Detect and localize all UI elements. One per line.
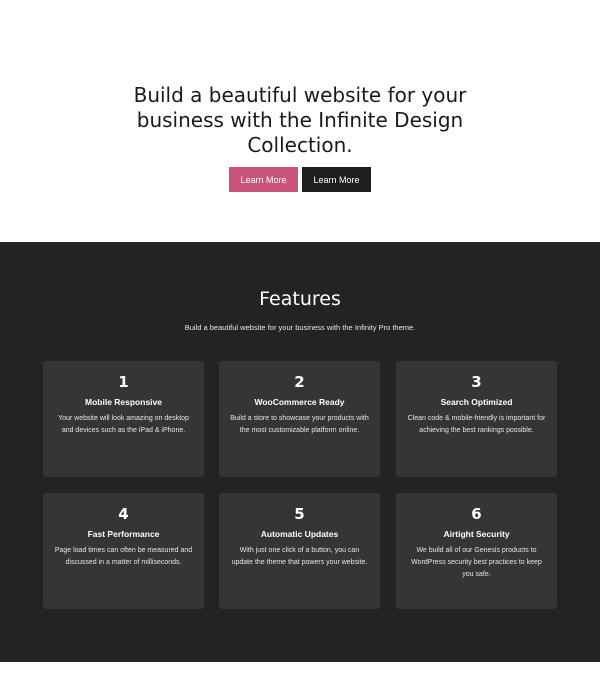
feature-card-fast-performance: 4 Fast Performance Page load times can o…: [43, 493, 204, 609]
feature-title: Automatic Updates: [260, 529, 339, 539]
feature-card-automatic-updates: 5 Automatic Updates With just one click …: [219, 493, 380, 609]
feature-title: Airtight Security: [443, 529, 510, 539]
feature-number: 6: [471, 505, 482, 523]
features-subtitle: Build a beautiful website for your busin…: [184, 323, 416, 332]
feature-description: Page load times can often be measured an…: [54, 547, 193, 566]
learn-more-secondary-button[interactable]: Learn More: [302, 167, 371, 192]
feature-description: Clean code & mobile-friendly is importan…: [407, 415, 546, 434]
feature-card-search-optimized: 3 Search Optimized Clean code & mobile-f…: [396, 361, 557, 477]
feature-description: Your website will look amazing on deskto…: [58, 415, 189, 434]
feature-title: Mobile Responsive: [85, 397, 162, 407]
feature-number: 5: [294, 505, 305, 523]
feature-description: Build a store to showcase your products …: [230, 415, 369, 434]
feature-description: With just one click of a button, you can…: [231, 547, 368, 566]
hero-title: Build a beautiful website for your busin…: [133, 83, 467, 157]
page-bottom-strip: [0, 662, 600, 679]
feature-card-woocommerce-ready: 2 WooCommerce Ready Build a store to sho…: [219, 361, 380, 477]
feature-title: Search Optimized: [440, 397, 513, 407]
feature-title: Fast Performance: [87, 529, 160, 539]
feature-card-mobile-responsive: 1 Mobile Responsive Your website will lo…: [43, 361, 204, 477]
feature-number: 4: [118, 505, 129, 523]
feature-card-airtight-security: 6 Airtight Security We build all of our …: [396, 493, 557, 609]
feature-number: 3: [471, 373, 482, 391]
learn-more-primary-button[interactable]: Learn More: [229, 167, 298, 192]
feature-title: WooCommerce Ready: [254, 397, 345, 407]
feature-number: 2: [294, 373, 305, 391]
feature-description: We build all of our Genesis products to …: [411, 547, 542, 578]
feature-number: 1: [118, 373, 129, 391]
features-title: Features: [259, 288, 341, 310]
